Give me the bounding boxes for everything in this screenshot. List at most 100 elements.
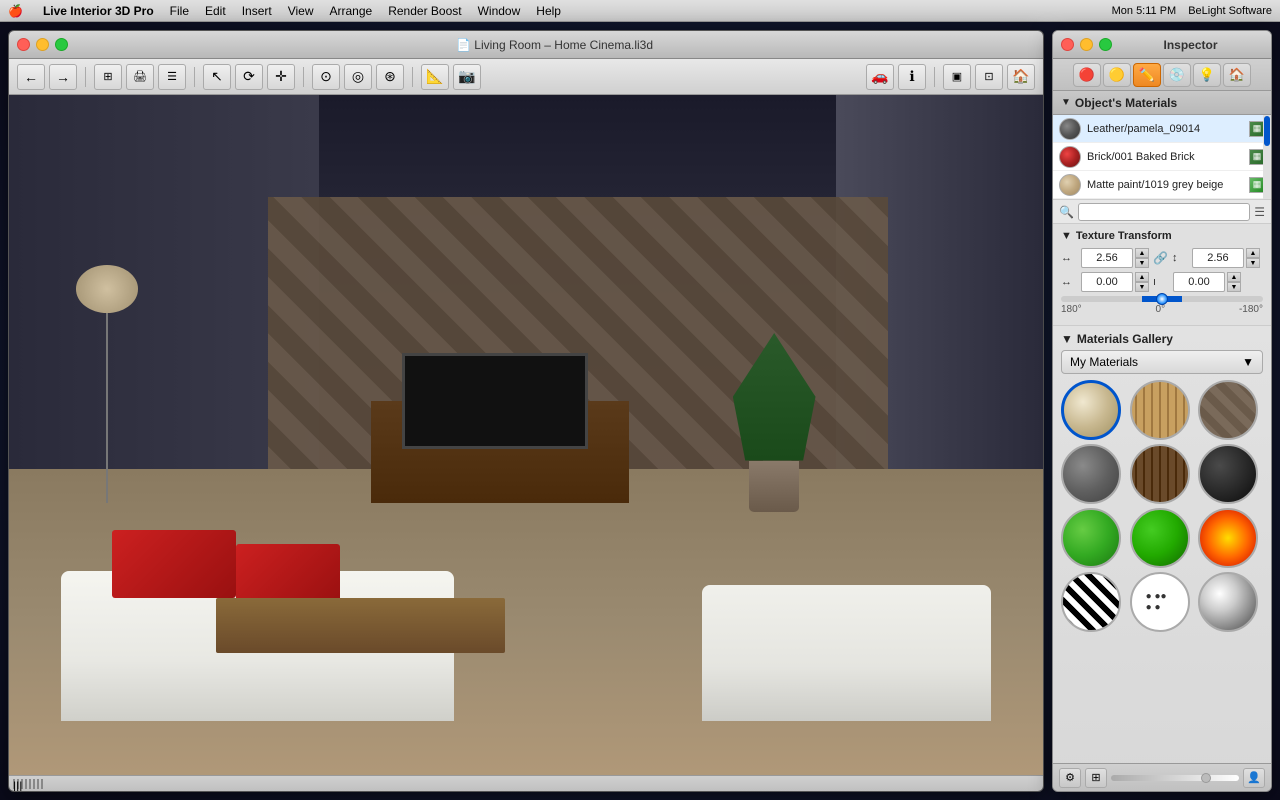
- scale-y-up[interactable]: ▲: [1246, 248, 1260, 258]
- tab-light[interactable]: 💡: [1193, 63, 1221, 87]
- offset-row: ↔ ▲ ▼ ı ▲ ▼: [1061, 272, 1263, 292]
- inspector-close[interactable]: [1061, 38, 1074, 51]
- tab-object[interactable]: 🔴: [1073, 63, 1101, 87]
- scale-y-down[interactable]: ▼: [1246, 258, 1260, 268]
- settings-button[interactable]: ⚙: [1059, 768, 1081, 788]
- person-button[interactable]: 👤: [1243, 768, 1265, 788]
- menu-window[interactable]: Window: [478, 4, 521, 18]
- menu-app-name[interactable]: Live Interior 3D Pro: [43, 4, 154, 18]
- offset-x-input[interactable]: [1081, 272, 1133, 292]
- link-icon[interactable]: 🔗: [1153, 251, 1168, 265]
- search-menu-icon[interactable]: ☰: [1254, 205, 1265, 219]
- scale-x-up[interactable]: ▲: [1135, 248, 1149, 258]
- scale-y-input[interactable]: [1192, 248, 1244, 268]
- offset-y-input[interactable]: [1173, 272, 1225, 292]
- back-button[interactable]: ←: [17, 64, 45, 90]
- home-button[interactable]: 🏠: [1007, 64, 1035, 90]
- slider-label-min: 180°: [1061, 304, 1082, 315]
- inspector-minimize[interactable]: [1080, 38, 1093, 51]
- tv-screen: [402, 353, 588, 448]
- ring-button[interactable]: ◎: [344, 64, 372, 90]
- search-icon: 🔍: [1059, 205, 1074, 219]
- inspector-maximize[interactable]: [1099, 38, 1112, 51]
- gallery-item-2[interactable]: [1130, 380, 1190, 440]
- offset-y-stepper[interactable]: ▲ ▼: [1227, 272, 1241, 292]
- texture-transform-section: ▼ Texture Transform ↔ ▲ ▼ 🔗 ↕: [1053, 224, 1271, 326]
- size-slider[interactable]: [1111, 775, 1239, 781]
- material-item-1[interactable]: Leather/pamela_09014 ▦: [1053, 115, 1271, 143]
- gallery-item-12[interactable]: [1198, 572, 1258, 632]
- title-icon: 📄: [456, 38, 474, 52]
- offset-y-up[interactable]: ▲: [1227, 272, 1241, 282]
- render-button[interactable]: 🚗: [866, 64, 894, 90]
- material-name-3: Matte paint/1019 grey beige: [1087, 179, 1243, 191]
- offset-y-down[interactable]: ▼: [1227, 282, 1241, 292]
- offset-x-down[interactable]: ▼: [1135, 282, 1149, 292]
- menu-insert[interactable]: Insert: [242, 4, 272, 18]
- sofa-right: [702, 585, 992, 721]
- offset-y-group: ▲ ▼: [1173, 272, 1241, 292]
- materials-scrollbar[interactable]: [1263, 115, 1271, 199]
- menu-edit[interactable]: Edit: [205, 4, 226, 18]
- forward-button[interactable]: →: [49, 64, 77, 90]
- gallery-item-1[interactable]: [1061, 380, 1121, 440]
- menu-render-boost[interactable]: Render Boost: [388, 4, 461, 18]
- scene-container[interactable]: [9, 95, 1043, 775]
- measure-button[interactable]: 📐: [421, 64, 449, 90]
- maximize-button[interactable]: [55, 38, 68, 51]
- move-button[interactable]: ✛: [267, 64, 295, 90]
- orbit-button[interactable]: ⟳: [235, 64, 263, 90]
- gallery-dropdown[interactable]: My Materials ▼: [1061, 350, 1263, 374]
- menu-file[interactable]: File: [170, 4, 189, 18]
- sphere-button[interactable]: ⊙: [312, 64, 340, 90]
- scale-x-stepper[interactable]: ▲ ▼: [1135, 248, 1149, 268]
- offset-x-stepper[interactable]: ▲ ▼: [1135, 272, 1149, 292]
- rotation-slider-thumb[interactable]: [1156, 293, 1168, 305]
- minimize-button[interactable]: [36, 38, 49, 51]
- material-item-2[interactable]: Brick/001 Baked Brick ▦: [1053, 143, 1271, 171]
- texture-title: Texture Transform: [1076, 230, 1172, 242]
- tab-edit[interactable]: ✏️: [1133, 63, 1161, 87]
- view-3d-button[interactable]: ⊡: [975, 64, 1003, 90]
- tab-room[interactable]: 🏠: [1223, 63, 1251, 87]
- menu-arrange[interactable]: Arrange: [330, 4, 373, 18]
- floorplan-button[interactable]: ⊞: [94, 64, 122, 90]
- apple-menu[interactable]: 🍎: [8, 4, 23, 18]
- menu-view[interactable]: View: [288, 4, 314, 18]
- material-item-3[interactable]: Matte paint/1019 grey beige ▦: [1053, 171, 1271, 199]
- print-button[interactable]: 🖨: [126, 64, 154, 90]
- grid-button[interactable]: ⊞: [1085, 768, 1107, 788]
- gallery-item-9[interactable]: [1198, 508, 1258, 568]
- search-input[interactable]: [1078, 203, 1250, 221]
- camera-button[interactable]: 📷: [453, 64, 481, 90]
- gallery-item-3[interactable]: [1198, 380, 1258, 440]
- tab-library[interactable]: 💿: [1163, 63, 1191, 87]
- tab-material[interactable]: 🟡: [1103, 63, 1131, 87]
- pillow-2: [236, 544, 339, 605]
- view-2d-button[interactable]: ▣: [943, 64, 971, 90]
- gallery-item-4[interactable]: [1061, 444, 1121, 504]
- gallery-item-8[interactable]: [1130, 508, 1190, 568]
- menu-help[interactable]: Help: [536, 4, 561, 18]
- gallery-item-11[interactable]: [1130, 572, 1190, 632]
- gallery-grid: [1061, 380, 1263, 632]
- gallery-item-6[interactable]: [1198, 444, 1258, 504]
- rotation-slider-track[interactable]: [1061, 296, 1263, 302]
- gallery-item-7[interactable]: [1061, 508, 1121, 568]
- objects-materials-title: Object's Materials: [1075, 96, 1177, 110]
- offset-x-up[interactable]: ▲: [1135, 272, 1149, 282]
- scale-x-label: ↔: [1061, 252, 1077, 264]
- info-button[interactable]: ℹ: [898, 64, 926, 90]
- scale-x-input[interactable]: [1081, 248, 1133, 268]
- toolbar-sep-2: [194, 67, 195, 87]
- list-button[interactable]: ☰: [158, 64, 186, 90]
- scale-x-down[interactable]: ▼: [1135, 258, 1149, 268]
- gallery-item-10[interactable]: [1061, 572, 1121, 632]
- gallery-item-5[interactable]: [1130, 444, 1190, 504]
- dot-button[interactable]: ⊛: [376, 64, 404, 90]
- menu-bar: 🍎 Live Interior 3D Pro File Edit Insert …: [0, 0, 1280, 22]
- scale-y-stepper[interactable]: ▲ ▼: [1246, 248, 1260, 268]
- close-button[interactable]: [17, 38, 30, 51]
- select-button[interactable]: ↖: [203, 64, 231, 90]
- gallery-dropdown-label: My Materials: [1070, 355, 1138, 369]
